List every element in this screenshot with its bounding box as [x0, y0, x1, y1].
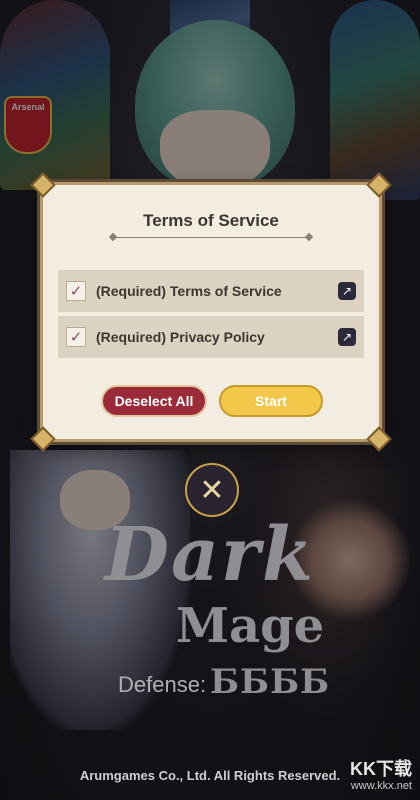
watermark-url: www.kkx.net	[350, 779, 412, 792]
external-link-icon[interactable]: ↗	[338, 282, 356, 300]
logo-title-dark: Dark	[104, 512, 316, 598]
terms-of-service-label: (Required) Terms of Service	[96, 283, 282, 299]
logo-subtitle-number: ББББ	[210, 662, 331, 702]
terms-list: ✓ (Required) Terms of Service ↗ ✓ (Requi…	[58, 270, 364, 362]
terms-of-service-row[interactable]: ✓ (Required) Terms of Service ↗	[58, 270, 364, 312]
start-button[interactable]: Start	[219, 385, 323, 417]
watermark: KK下载 www.kkx.net	[350, 759, 412, 792]
logo-emblem-icon: ✕	[185, 463, 239, 517]
watermark-brand: KK下载	[350, 759, 412, 780]
deselect-all-button[interactable]: Deselect All	[101, 385, 207, 417]
privacy-policy-label: (Required) Privacy Policy	[96, 329, 265, 345]
logo-title-mage: Mage	[175, 598, 325, 654]
logo-subtitle-defense: Defense:	[118, 672, 207, 697]
privacy-policy-checkbox[interactable]: ✓	[66, 327, 86, 347]
terms-dialog: Terms of Service ✓ (Required) Terms of S…	[30, 172, 392, 452]
dialog-title: Terms of Service	[143, 211, 279, 230]
terms-of-service-checkbox[interactable]: ✓	[66, 281, 86, 301]
title-divider	[113, 237, 309, 238]
external-link-icon[interactable]: ↗	[338, 328, 356, 346]
privacy-policy-row[interactable]: ✓ (Required) Privacy Policy ↗	[58, 316, 364, 358]
